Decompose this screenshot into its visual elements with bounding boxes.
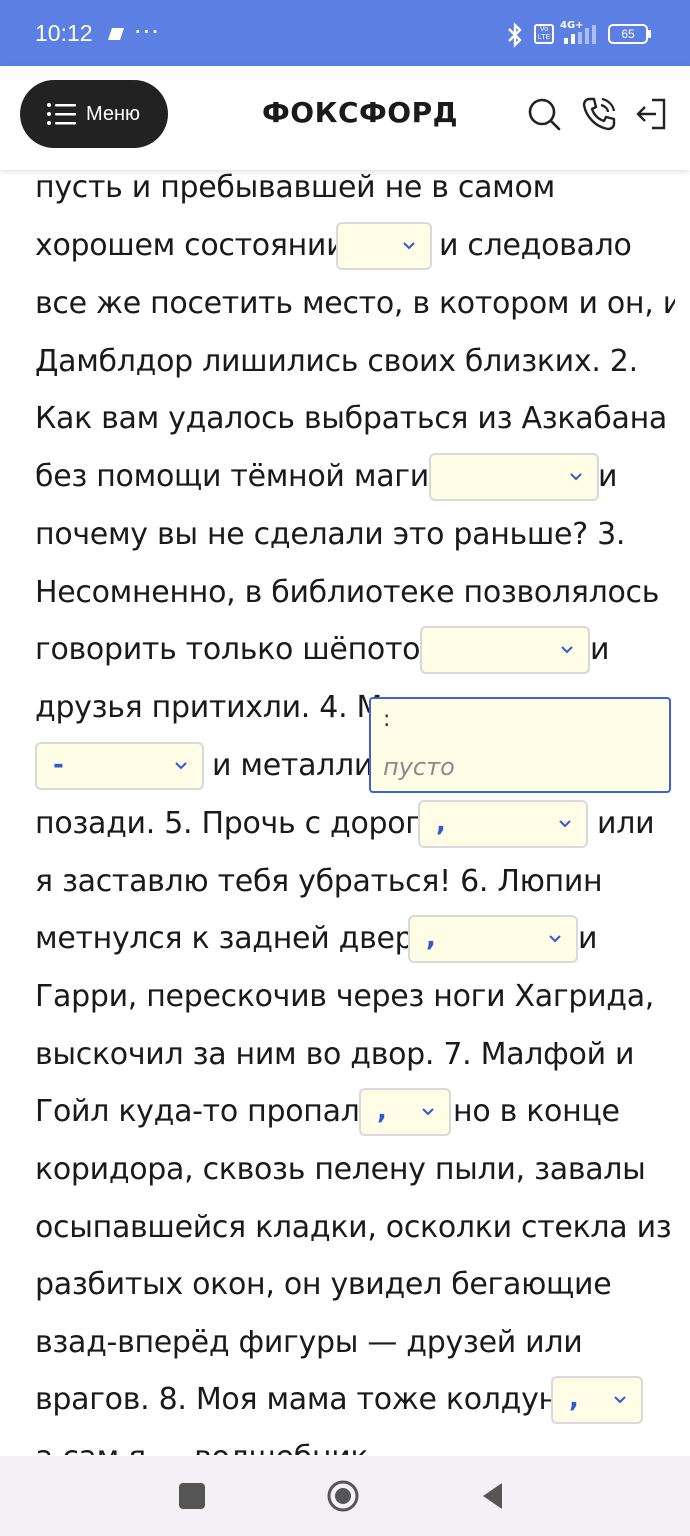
text-line: Как вам удалось выбраться из Азкабана xyxy=(35,401,667,436)
text-line: Гойл куда-то пропали xyxy=(35,1094,379,1129)
menu-list-icon xyxy=(46,101,78,127)
text-line: и xyxy=(590,632,610,667)
battery-tip xyxy=(648,30,651,38)
chevron-down-icon xyxy=(561,646,573,654)
dropdown-value: , xyxy=(377,1096,387,1126)
text-line: выскочил за ним во двор. 7. Малфой и xyxy=(35,1037,635,1072)
home-button[interactable] xyxy=(326,1479,360,1517)
text-line: врагов. 8. Моя мама тоже колдунья xyxy=(35,1382,593,1417)
answer-dropdown-4[interactable]: - xyxy=(35,742,204,790)
menu-label: Меню xyxy=(86,102,141,125)
answer-dropdown-5[interactable]: , xyxy=(418,800,588,848)
foxford-logo[interactable]: ФОКСФОРД xyxy=(262,96,458,129)
text-line: метнулся к задней двери xyxy=(35,921,433,956)
dropdown-option-empty[interactable]: пусто xyxy=(383,753,455,781)
chevron-down-icon xyxy=(422,1108,434,1116)
answer-dropdown-7[interactable]: , xyxy=(359,1088,451,1136)
text-line: и металлич xyxy=(212,748,391,783)
text-line: без помощи тёмной магии xyxy=(35,459,449,494)
chevron-down-icon xyxy=(570,473,582,481)
text-line: говорить только шёпотом xyxy=(35,632,443,667)
bluetooth-icon xyxy=(505,22,525,52)
phone-icon[interactable] xyxy=(581,96,617,132)
login-icon[interactable] xyxy=(634,96,670,132)
answer-dropdown-2[interactable] xyxy=(429,453,599,501)
text-line: или xyxy=(597,806,655,841)
chevron-down-icon xyxy=(175,762,187,770)
volte-icon: Vo LTE xyxy=(534,24,554,44)
text-line: и xyxy=(598,459,618,494)
text-line: и xyxy=(578,921,598,956)
more-notifications-indicator: ··· xyxy=(134,18,160,46)
exercise-text: пусть и пребывавшей не в самом хорошем с… xyxy=(35,170,675,1455)
search-icon[interactable] xyxy=(526,96,562,132)
chevron-down-icon xyxy=(549,935,561,943)
text-line: все же посетить место, в котором и он, и xyxy=(35,286,675,321)
text-line: я заставлю тебя убраться! 6. Люпин xyxy=(35,864,603,899)
answer-dropdown-1[interactable] xyxy=(336,222,432,270)
signal-icon xyxy=(562,24,600,50)
dropdown-value: , xyxy=(426,923,436,953)
text-line: взад-вперёд фигуры — друзей или xyxy=(35,1325,583,1360)
text-line: но в конце xyxy=(453,1094,620,1129)
text-line: пусть и пребывавшей не в самом xyxy=(35,170,555,205)
battery-icon: 65 xyxy=(608,24,648,44)
answer-dropdown-3[interactable] xyxy=(420,626,590,674)
answer-dropdown-8[interactable]: , xyxy=(551,1376,643,1424)
status-time: 10:12 xyxy=(35,20,93,46)
text-line: друзья притихли. 4. Мг xyxy=(35,690,398,725)
battery-level: 65 xyxy=(621,27,635,41)
text-line: а сам я — волшебник xyxy=(35,1438,369,1455)
cloud-icon xyxy=(104,26,126,46)
dropdown-options-popup: : пусто xyxy=(369,697,671,793)
text-line: почему вы не сделали это раньше? 3. xyxy=(35,517,626,552)
chevron-down-icon xyxy=(614,1396,626,1404)
dropdown-value: , xyxy=(569,1384,579,1414)
dropdown-option-colon[interactable]: : xyxy=(383,707,390,732)
menu-button[interactable]: Меню xyxy=(20,80,168,148)
text-line: и следовало xyxy=(439,228,632,263)
status-bar: 10:12 ··· Vo LTE 4G+ 65 xyxy=(0,0,690,66)
text-line: разбитых окон, он увидел бегающие xyxy=(35,1267,612,1302)
text-line: коридора, сквозь пелену пыли, завалы xyxy=(35,1152,646,1187)
text-line: Несомненно, в библиотеке позволялось xyxy=(35,575,660,610)
back-button[interactable] xyxy=(480,1481,506,1515)
chevron-down-icon xyxy=(559,820,571,828)
text-line: осыпавшейся кладки, осколки стекла из xyxy=(35,1210,672,1245)
answer-dropdown-6[interactable]: , xyxy=(408,915,578,963)
text-line: хорошем состоянии xyxy=(35,228,346,263)
text-line: Дамблдор лишились своих близких. 2. xyxy=(35,344,638,379)
dropdown-value: - xyxy=(53,750,64,780)
system-nav-bar xyxy=(0,1456,690,1536)
dropdown-value: , xyxy=(436,808,446,838)
text-line: Гарри, перескочив через ноги Хагрида, xyxy=(35,979,655,1014)
text-line: позади. 5. Прочь с дороги xyxy=(35,806,440,841)
chevron-down-icon xyxy=(403,242,415,250)
recents-button[interactable] xyxy=(179,1483,205,1509)
app-header: Меню ФОКСФОРД xyxy=(0,66,690,170)
